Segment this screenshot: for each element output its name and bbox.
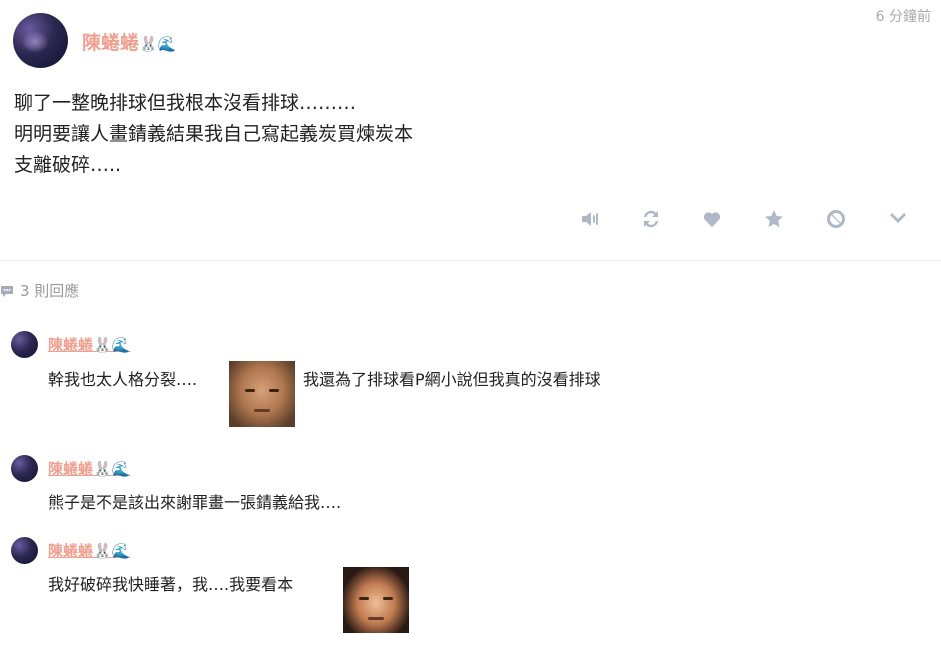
star-icon — [765, 210, 783, 228]
rabbit-emoji: 🐰 — [93, 460, 112, 478]
avatar[interactable] — [11, 537, 38, 564]
wave-emoji: 🌊 — [111, 542, 131, 560]
rabbit-emoji: 🐰 — [139, 35, 158, 53]
author-emoji: 🐰🌊 — [139, 35, 176, 53]
avatar[interactable] — [13, 13, 68, 68]
post-actions — [570, 204, 920, 234]
like-button[interactable] — [697, 204, 727, 234]
sticker-image[interactable] — [343, 567, 409, 633]
sticker-image[interactable] — [229, 361, 295, 427]
chevron-down-icon — [890, 213, 906, 223]
comment-author[interactable]: 陳蜷蜷🐰🌊 — [48, 540, 130, 561]
comment-text: 熊子是不是該出來謝罪畫一張錆義給我…. — [48, 493, 342, 512]
author-emoji: 🐰🌊 — [93, 542, 130, 560]
post-line: 聊了一整晚排球但我根本沒看排球……… — [14, 92, 357, 114]
comment-icon — [1, 285, 13, 297]
author-name[interactable]: 陳蜷蜷 — [48, 542, 93, 560]
post-author[interactable]: 陳蜷蜷🐰🌊 — [82, 28, 176, 55]
block-icon — [827, 210, 845, 228]
reply-count[interactable]: 3 則回應 — [0, 280, 79, 301]
author-name[interactable]: 陳蜷蜷 — [48, 460, 93, 478]
comment-author[interactable]: 陳蜷蜷🐰🌊 — [48, 458, 130, 479]
comment-text: 幹我也太人格分裂…. — [48, 370, 198, 389]
rabbit-emoji: 🐰 — [93, 542, 112, 560]
reply-count-label: 3 則回應 — [20, 282, 80, 300]
comment-text-continued: 我還為了排球看P網小說但我真的沒看排球 — [303, 370, 601, 389]
post-line: 支離破碎….. — [14, 154, 122, 176]
comment-author[interactable]: 陳蜷蜷🐰🌊 — [48, 334, 130, 355]
avatar[interactable] — [11, 331, 38, 358]
block-button[interactable] — [821, 204, 851, 234]
heart-icon — [703, 212, 721, 227]
author-name[interactable]: 陳蜷蜷 — [48, 336, 93, 354]
comment-text: 我好破碎我快睡著，我….我要看本 — [48, 575, 294, 594]
repost-icon — [644, 210, 658, 228]
author-name[interactable]: 陳蜷蜷 — [82, 32, 139, 54]
post-body: 聊了一整晚排球但我根本沒看排球……… 明明要讓人畫錆義結果我自己寫起義炭買煉炭本… — [14, 88, 413, 181]
wave-emoji: 🌊 — [111, 336, 131, 354]
more-button[interactable] — [883, 204, 913, 234]
repost-button[interactable] — [636, 204, 666, 234]
wave-emoji: 🌊 — [111, 460, 131, 478]
wave-emoji: 🌊 — [157, 35, 177, 53]
post-timestamp: 6 分鐘前 — [875, 9, 931, 25]
speaker-button[interactable] — [575, 204, 605, 234]
post-line: 明明要讓人畫錆義結果我自己寫起義炭買煉炭本 — [14, 123, 414, 145]
post-card: 陳蜷蜷🐰🌊 6 分鐘前 聊了一整晚排球但我根本沒看排球……… 明明要讓人畫錆義結… — [0, 0, 941, 261]
author-emoji: 🐰🌊 — [93, 336, 130, 354]
speaker-icon — [582, 212, 598, 226]
rabbit-emoji: 🐰 — [93, 336, 112, 354]
favorite-button[interactable] — [759, 204, 789, 234]
author-emoji: 🐰🌊 — [93, 460, 130, 478]
avatar[interactable] — [11, 455, 38, 482]
